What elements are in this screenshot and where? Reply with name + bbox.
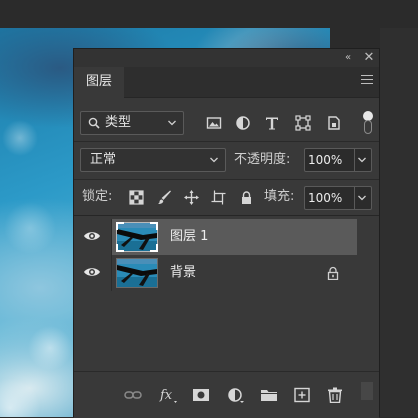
fx-icon[interactable]: fx bbox=[159, 387, 179, 403]
search-icon bbox=[88, 117, 100, 129]
new-layer-icon[interactable] bbox=[293, 387, 311, 403]
divider bbox=[111, 255, 112, 291]
trash-icon[interactable] bbox=[326, 387, 344, 403]
panel-menu-icon[interactable] bbox=[361, 75, 373, 87]
filter-kind-label: 类型 bbox=[105, 115, 132, 130]
opacity-value[interactable]: 100% bbox=[308, 149, 342, 171]
filter-toggle-switch[interactable] bbox=[363, 111, 373, 135]
divider bbox=[111, 219, 112, 255]
add-mask-icon[interactable] bbox=[192, 387, 210, 403]
workspace-right-strip bbox=[380, 28, 418, 417]
thumbnail-image bbox=[117, 259, 157, 287]
divider bbox=[74, 179, 379, 180]
shape-icon[interactable] bbox=[295, 115, 311, 131]
layer-row[interactable]: 背景 bbox=[74, 255, 379, 291]
layer-name[interactable]: 背景 bbox=[170, 255, 196, 291]
brush-icon[interactable] bbox=[157, 190, 172, 205]
smart-object-icon[interactable] bbox=[326, 115, 342, 131]
blend-mode-label: 正常 bbox=[90, 152, 117, 167]
chevron-down-icon[interactable] bbox=[357, 193, 367, 203]
adjustment-layer-icon[interactable] bbox=[227, 387, 245, 403]
layers-panel: « ✕ 图层 类型 正常 不透明度: 100% 锁定: 填充: 100% 图层 … bbox=[73, 48, 380, 418]
lock-label: 锁定: bbox=[82, 189, 113, 204]
tab-layers[interactable]: 图层 bbox=[74, 67, 124, 98]
layer-filter-row: 类型 bbox=[74, 109, 379, 137]
eye-icon[interactable] bbox=[83, 229, 101, 243]
layer-name[interactable]: 图层 1 bbox=[170, 219, 208, 255]
selection-corner bbox=[150, 222, 158, 230]
panel-resize-corner[interactable] bbox=[361, 382, 373, 400]
adjustment-icon[interactable] bbox=[235, 115, 251, 131]
panel-title-bar[interactable]: « ✕ bbox=[74, 49, 379, 67]
blend-mode-select[interactable]: 正常 bbox=[80, 148, 226, 172]
collapse-panel-button[interactable]: « bbox=[338, 50, 356, 66]
panel-tab-row: 图层 bbox=[74, 67, 379, 98]
fx-label: fx bbox=[159, 388, 173, 403]
blend-row: 正常 不透明度: 100% bbox=[74, 146, 379, 174]
opacity-input[interactable]: 100% bbox=[304, 148, 372, 172]
type-icon[interactable] bbox=[264, 115, 280, 131]
divider bbox=[74, 141, 379, 142]
selection-corner bbox=[116, 244, 124, 252]
opacity-label: 不透明度: bbox=[234, 152, 291, 167]
fill-label: 填充: bbox=[264, 189, 295, 204]
close-panel-button[interactable]: ✕ bbox=[360, 50, 378, 66]
layer-list: 图层 1 背景 bbox=[74, 216, 379, 371]
selection-corner bbox=[150, 244, 158, 252]
lock-icon[interactable] bbox=[239, 190, 254, 205]
chevron-down-icon bbox=[168, 120, 176, 126]
divider bbox=[354, 187, 355, 209]
fill-input[interactable]: 100% bbox=[304, 186, 372, 210]
move-icon[interactable] bbox=[184, 190, 199, 205]
lock-row: 锁定: 填充: 100% bbox=[74, 182, 379, 212]
eye-icon[interactable] bbox=[83, 265, 101, 279]
layers-bottom-toolbar: fx bbox=[74, 371, 379, 418]
divider bbox=[354, 149, 355, 171]
image-icon[interactable] bbox=[206, 115, 222, 131]
lock-transparent-pixels-icon[interactable] bbox=[129, 190, 144, 205]
selection-corner bbox=[116, 222, 124, 230]
layer-thumbnail[interactable] bbox=[116, 222, 158, 252]
filter-kind-select[interactable]: 类型 bbox=[80, 111, 184, 135]
lock-icon[interactable] bbox=[326, 266, 340, 280]
chevron-down-icon bbox=[210, 157, 218, 163]
fill-value[interactable]: 100% bbox=[308, 187, 342, 209]
folder-icon[interactable] bbox=[260, 387, 278, 403]
layer-thumbnail[interactable] bbox=[116, 258, 158, 288]
chevron-down-icon[interactable] bbox=[357, 155, 367, 165]
artboard-icon[interactable] bbox=[211, 190, 226, 205]
link-icon[interactable] bbox=[124, 387, 142, 403]
layer-row[interactable]: 图层 1 bbox=[74, 219, 379, 255]
